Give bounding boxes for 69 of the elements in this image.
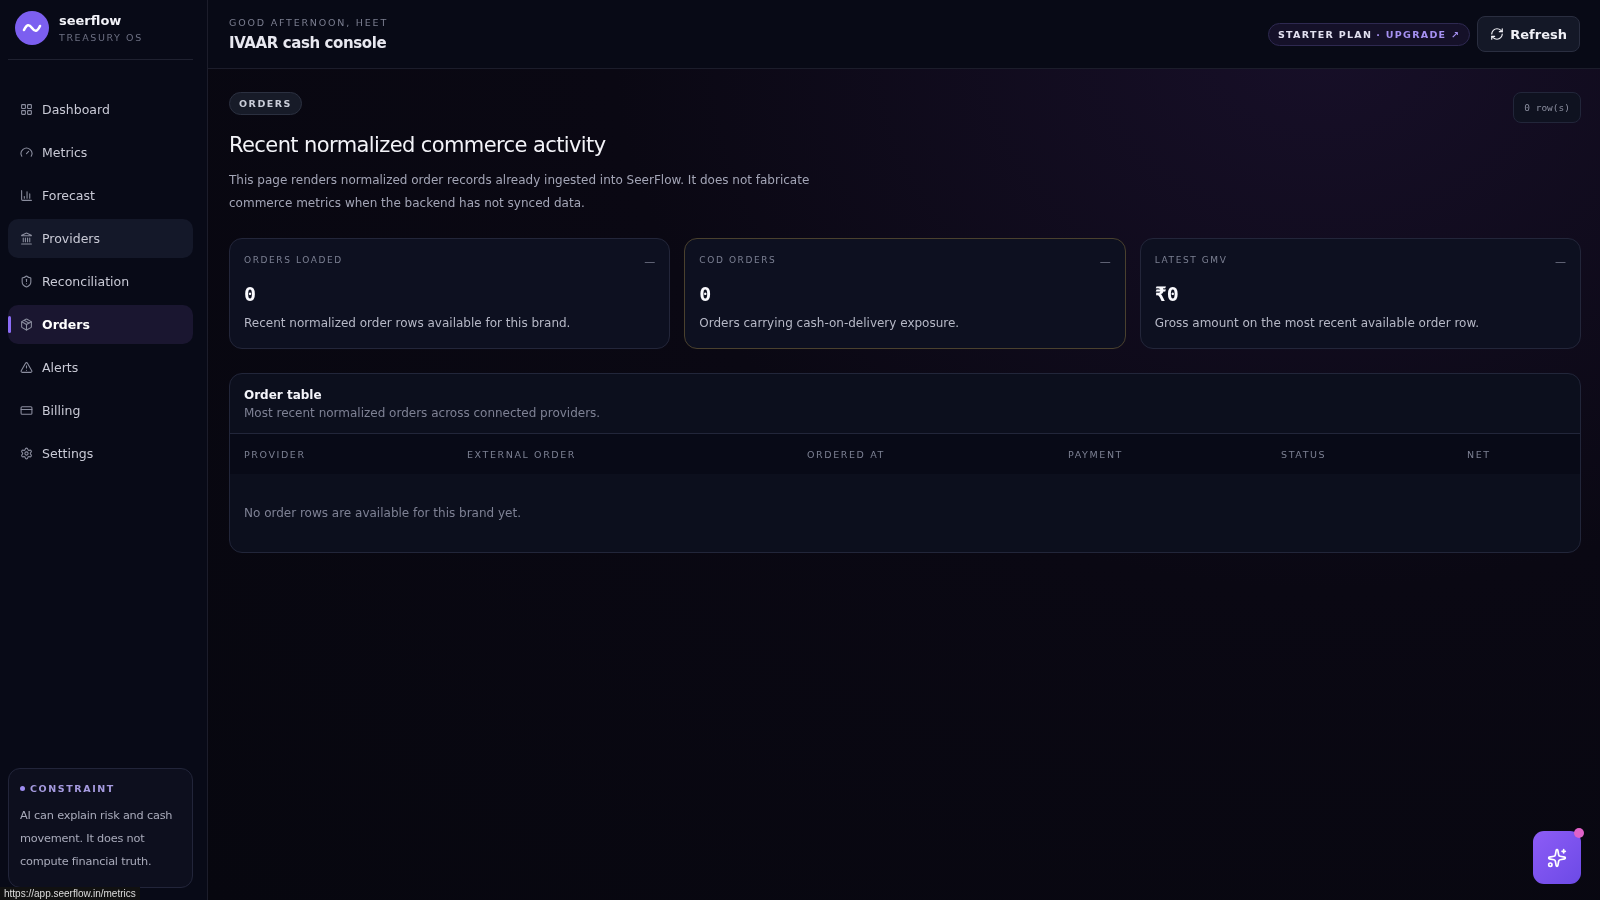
column-header: NET [1467,448,1492,460]
bullet-icon [20,786,25,791]
table-subtitle: Most recent normalized orders across connected providers. [244,406,602,420]
stat-trend: — [1099,255,1111,268]
settings-icon [20,447,33,460]
row-count: 0 row(s) [1513,92,1581,123]
table-title: Order table [244,388,323,402]
warning-icon [20,361,33,374]
stat-trend: — [1555,255,1566,268]
sidebar-label: Billing [42,403,81,418]
empty-message: No order rows are available for this brand yet. [243,505,522,522]
refresh-icon [1490,27,1505,41]
sidebar-label: Forecast [42,188,95,203]
column-header: EXTERNAL ORDER [467,448,578,460]
credit-card-icon [20,404,33,417]
sidebar-label: Dashboard [42,102,110,117]
section-description: This page renders normalized order records already ingested into SeerFlow. It does not fabricate commerce metrics when the backend has not synced data. [229,172,811,212]
gauge-icon [20,146,33,159]
plan-name: STARTER PLAN [1277,28,1373,40]
bar-chart-icon [20,189,33,202]
stat-label: ORDERS LOADED [244,255,343,265]
refresh-button[interactable]: Refresh [1477,16,1580,52]
status-url: https://app.seerflow.in/metrics [0,887,140,900]
stat-note: Gross amount on the most recent available order row. [1154,316,1480,330]
stat-value: 0 [699,282,713,306]
column-header: ORDERED AT [807,448,886,460]
notification-dot [1574,828,1584,838]
sidebar-item[interactable]: Alerts [8,348,193,387]
sidebar-item[interactable]: Metrics [8,133,193,172]
sidebar-label: Settings [42,446,94,461]
logo-icon [15,11,49,45]
bank-icon [20,232,33,245]
shield-icon [20,275,33,288]
sidebar-item[interactable]: Providers [8,219,193,258]
package-icon [20,318,33,331]
greeting: GOOD AFTERNOON, HEET [229,16,388,28]
note-title: CONSTRAINT [30,783,115,794]
column-header: PROVIDER [244,448,307,460]
section-title: Recent normalized commerce activity [229,133,607,157]
grid-icon [20,103,33,116]
sidebar-label: Alerts [42,360,79,375]
sidebar-item[interactable]: Reconciliation [8,262,193,301]
stat-note: Recent normalized order rows available for this brand. [244,316,572,330]
page-heading: IVAAR cash console [229,33,388,52]
note-text: AI can explain risk and cash movement. It does not compute financial truth. [20,808,174,870]
stat-value: 0 [244,282,258,306]
brand-name: seerflow [59,13,123,28]
stat-note: Orders carrying cash-on-delivery exposure. [699,316,961,330]
column-header: STATUS [1281,448,1328,460]
sidebar-label: Metrics [42,145,88,160]
sidebar-label: Orders [42,317,90,332]
section-tag: ORDERS [229,92,302,115]
upgrade-link[interactable]: · UPGRADE ↗ [1376,28,1461,40]
sidebar-label: Reconciliation [42,274,130,289]
sidebar-label: Providers [42,231,100,246]
sidebar-item[interactable]: Dashboard [8,90,193,129]
stat-label: LATEST GMV [1154,255,1228,265]
stat-trend: — [644,255,656,268]
brand-subtitle: TREASURY OS [59,32,143,43]
stat-value: ₹0 [1154,282,1180,306]
sidebar-item[interactable]: Orders [8,305,193,344]
stat-label: COD ORDERS [699,255,777,265]
sidebar-item[interactable]: Settings [8,434,193,473]
sidebar-item[interactable]: Forecast [8,176,193,215]
sidebar-item[interactable]: Billing [8,391,193,430]
column-header: PAYMENT [1068,448,1124,460]
assistant-button[interactable] [1533,831,1581,884]
sparkle-icon [1547,847,1567,868]
plan-badge[interactable]: STARTER PLAN · UPGRADE ↗ [1267,22,1471,46]
